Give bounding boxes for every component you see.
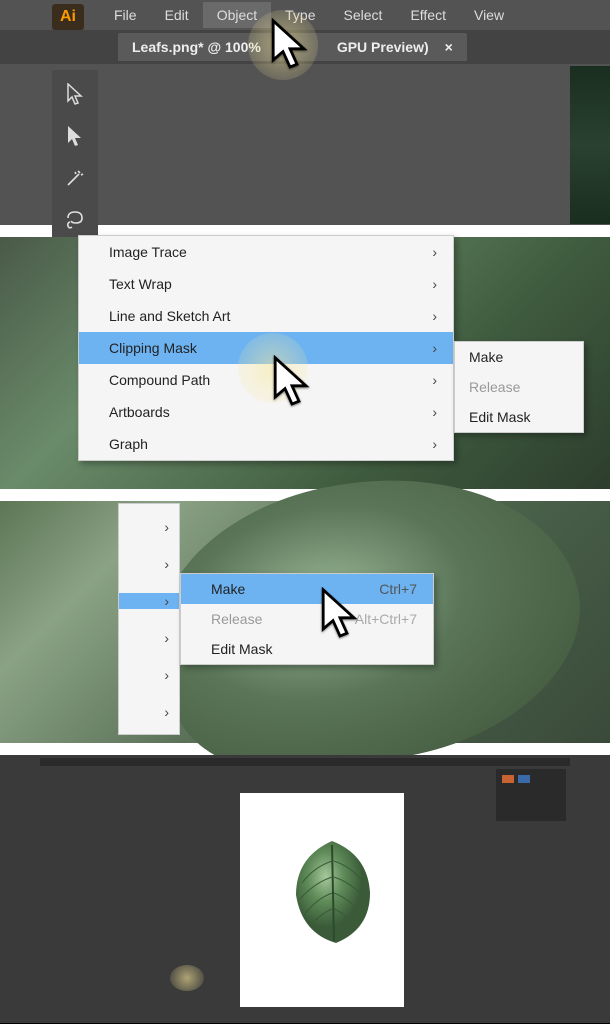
menu-items: File Edit Object Type Select Effect View — [100, 2, 518, 28]
menu-edit[interactable]: Edit — [151, 2, 203, 28]
menu-graph[interactable]: Graph› — [79, 428, 453, 460]
direct-selection-tool-icon[interactable] — [61, 122, 89, 150]
clipping-mask-submenu: Make Release Edit Mask — [454, 341, 584, 433]
submenu-edit-mask[interactable]: Edit Mask — [455, 402, 583, 432]
shortcut-text: Alt+Ctrl+7 — [355, 611, 417, 627]
menu-image-trace[interactable]: Image Trace› — [79, 236, 453, 268]
chevron-right-icon: › — [432, 308, 437, 324]
doc-tab-suffix: GPU Preview) — [337, 39, 429, 55]
submenu-release: Release Alt+Ctrl+7 — [181, 604, 433, 634]
parent-menu-strip: › › › › › › — [118, 503, 180, 735]
selection-tool-icon[interactable] — [61, 80, 89, 108]
panel-1-menubar: Ai File Edit Object Type Select Effect V… — [0, 0, 610, 225]
chevron-right-icon: › — [119, 630, 179, 646]
menu-object[interactable]: Object — [203, 2, 271, 28]
chevron-right-icon: › — [119, 704, 179, 720]
submenu-release: Release — [455, 372, 583, 402]
doc-tab-prefix: Leafs.png* @ 100% — [132, 39, 261, 55]
document-tab-bar: Leafs.png* @ 100% GPU Preview) × — [0, 30, 610, 64]
lasso-tool-icon[interactable] — [61, 206, 89, 234]
menubar: Ai File Edit Object Type Select Effect V… — [0, 0, 610, 30]
chevron-right-icon: › — [432, 340, 437, 356]
window-chrome — [40, 758, 570, 766]
panel-2-object-menu: Image Trace› Text Wrap› Line and Sketch … — [0, 237, 610, 489]
panel-4-result — [0, 755, 610, 1023]
close-icon[interactable]: × — [445, 39, 453, 55]
chevron-right-icon: › — [432, 436, 437, 452]
menu-compound-path[interactable]: Compound Path› — [79, 364, 453, 396]
submenu-edit-mask[interactable]: Edit Mask — [181, 634, 433, 664]
chevron-right-icon: › — [119, 519, 179, 535]
shortcut-text: Ctrl+7 — [379, 581, 417, 597]
clipping-mask-submenu-detail: Make Ctrl+7 Release Alt+Ctrl+7 Edit Mask — [180, 573, 434, 665]
chevron-right-icon: › — [119, 593, 179, 609]
chevron-right-icon: › — [119, 556, 179, 572]
chevron-right-icon: › — [432, 372, 437, 388]
magic-wand-tool-icon[interactable] — [61, 164, 89, 192]
document-tab[interactable]: Leafs.png* @ 100% GPU Preview) × — [118, 33, 467, 61]
tools-panel — [52, 70, 98, 244]
menu-clipping-mask[interactable]: Clipping Mask› — [79, 332, 453, 364]
chevron-right-icon: › — [432, 276, 437, 292]
chevron-right-icon: › — [432, 244, 437, 260]
canvas-edge — [570, 66, 610, 224]
swatches-panel — [496, 769, 566, 821]
submenu-make[interactable]: Make — [455, 342, 583, 372]
object-dropdown: Image Trace› Text Wrap› Line and Sketch … — [78, 235, 454, 461]
menu-select[interactable]: Select — [330, 2, 397, 28]
chevron-right-icon: › — [432, 404, 437, 420]
panel-3-make-submenu: › › › › › › Make Ctrl+7 Release Alt+Ctrl… — [0, 501, 610, 743]
menu-view[interactable]: View — [460, 2, 518, 28]
menu-type[interactable]: Type — [271, 2, 329, 28]
submenu-make[interactable]: Make Ctrl+7 — [181, 574, 433, 604]
clipped-leaf-result — [284, 837, 380, 947]
menu-effect[interactable]: Effect — [396, 2, 460, 28]
menu-text-wrap[interactable]: Text Wrap› — [79, 268, 453, 300]
menu-artboards[interactable]: Artboards› — [79, 396, 453, 428]
app-logo: Ai — [52, 4, 84, 30]
highlight-glow — [170, 965, 204, 991]
menu-line-sketch[interactable]: Line and Sketch Art› — [79, 300, 453, 332]
chevron-right-icon: › — [119, 667, 179, 683]
menu-file[interactable]: File — [100, 2, 151, 28]
